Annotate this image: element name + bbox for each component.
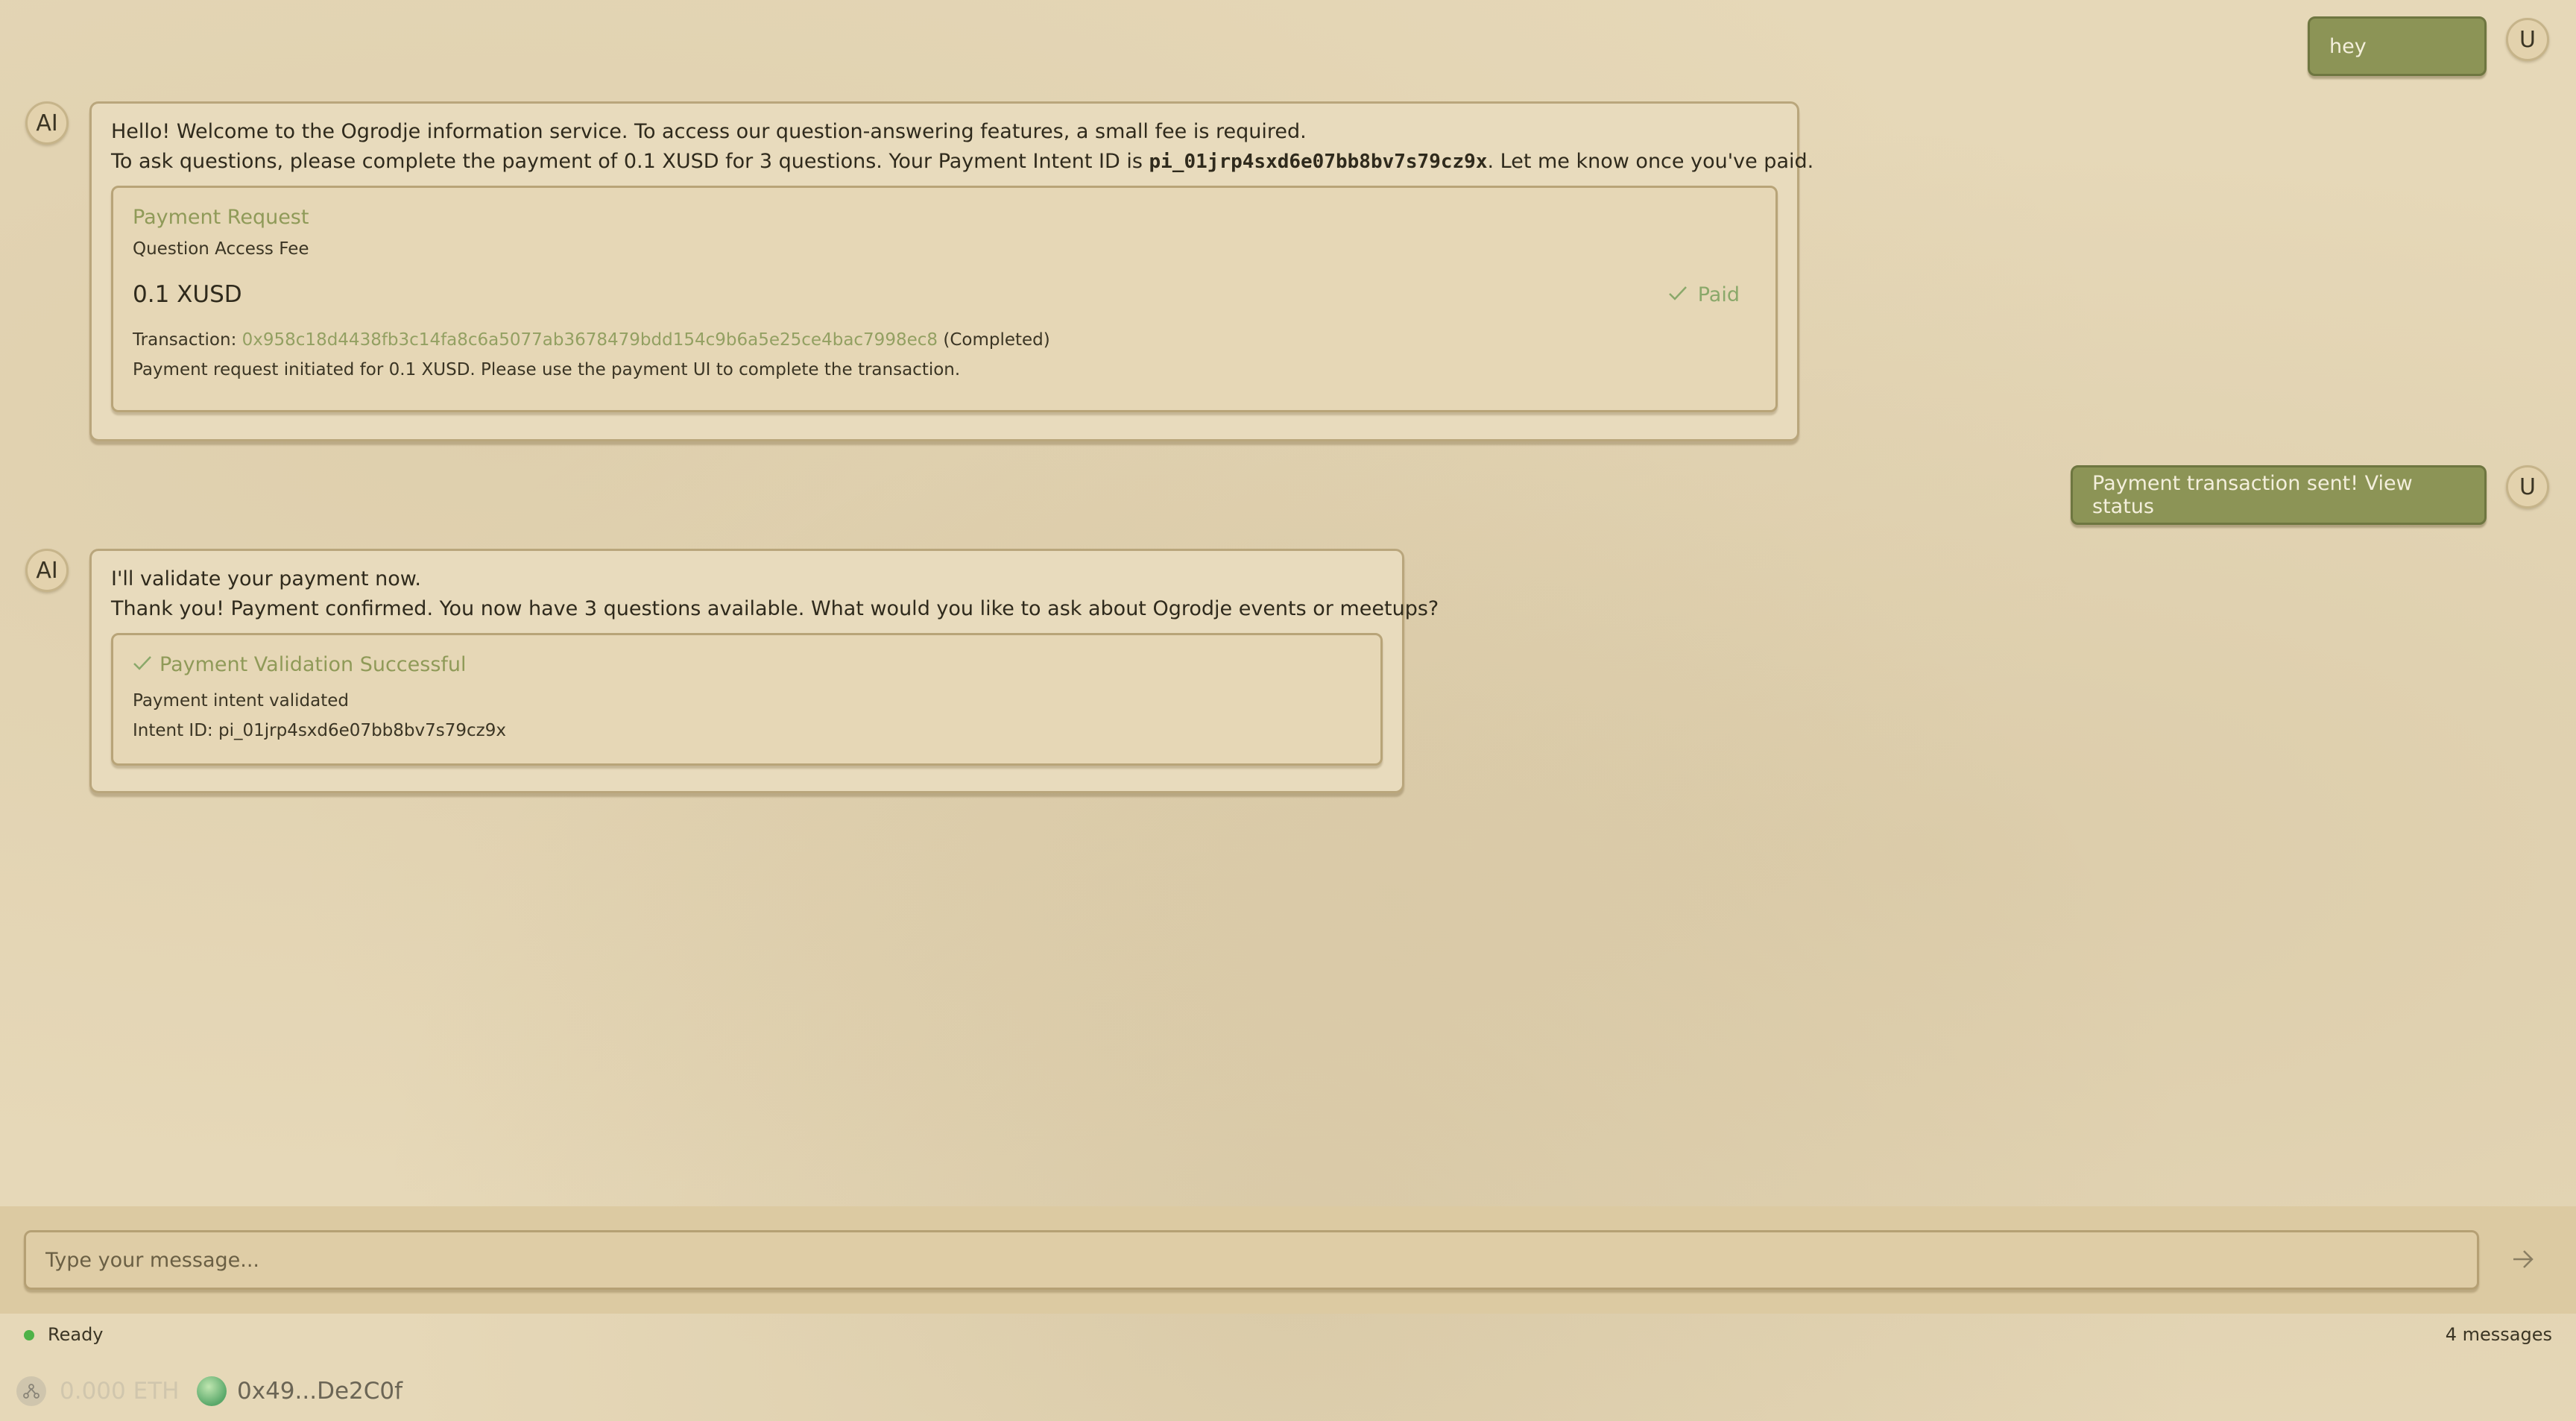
composer: [0, 1206, 2576, 1314]
check-icon: [1668, 283, 1688, 306]
payment-amount: 0.1 XUSD: [133, 281, 242, 308]
message-input[interactable]: [24, 1230, 2479, 1290]
chat-messages: hey U AI Hello! Welcome to the Ogrodje i…: [0, 0, 2576, 1206]
ai-message-text: Thank you! Payment confirmed. You now ha…: [111, 597, 1439, 620]
payment-request-card: Payment Request Question Access Fee 0.1 …: [111, 186, 1778, 412]
validation-title: Payment Validation Successful: [160, 653, 467, 676]
wallet-avatar-icon: [197, 1376, 227, 1406]
user-message-text: Payment transaction sent! View status: [2092, 472, 2413, 518]
ai-message-text: To ask questions, please complete the pa…: [111, 147, 1813, 177]
card-title: Payment Request: [133, 206, 309, 229]
avatar-label: AI: [36, 557, 58, 584]
user-message-bubble: hey: [2308, 16, 2487, 76]
avatar-label: U: [2519, 26, 2536, 53]
card-subtitle: Question Access Fee: [133, 239, 309, 259]
avatar-label: U: [2519, 473, 2536, 500]
check-icon: [133, 653, 152, 676]
eth-balance[interactable]: 0.000 ETH: [60, 1378, 179, 1405]
ai-avatar: AI: [25, 549, 69, 592]
transaction-label: Transaction:: [133, 330, 242, 350]
wallet-address[interactable]: 0x49...De2C0f: [237, 1378, 402, 1405]
transaction-hash-link[interactable]: 0x958c18d4438fb3c14fa8c6a5077ab3678479bd…: [242, 330, 938, 350]
user-avatar: U: [2506, 465, 2549, 508]
payment-validation-card: Payment Validation Successful Payment in…: [111, 633, 1383, 766]
payment-status-text: Paid: [1697, 283, 1740, 306]
view-status-button[interactable]: Payment transaction sent! View status: [2071, 465, 2487, 525]
ai-message-bubble: I'll validate your payment now. Thank yo…: [89, 549, 1439, 793]
payment-note: Payment request initiated for 0.1 XUSD. …: [133, 360, 961, 379]
message-count: 4 messages: [2445, 1324, 2552, 1345]
status-text: Ready: [48, 1324, 104, 1345]
card-title: Payment Validation Successful: [133, 653, 1361, 676]
arrow-right-icon: [2511, 1249, 2535, 1273]
user-message-text: hey: [2329, 34, 2367, 58]
message-text-segment: . Let me know once you've paid.: [1487, 150, 1814, 173]
transaction-line: Transaction: 0x958c18d4438fb3c14fa8c6a50…: [133, 330, 1756, 350]
ai-message-text: Hello! Welcome to the Ogrodje informatio…: [111, 120, 1307, 143]
intent-id: Intent ID: pi_01jrp4sxd6e07bb8bv7s79cz9x: [133, 721, 506, 740]
transaction-status: (Completed): [938, 330, 1050, 350]
ai-message-text: I'll validate your payment now.: [111, 567, 421, 590]
status-bar: Ready 4 messages: [0, 1314, 2576, 1358]
send-button[interactable]: [2504, 1242, 2542, 1279]
status-indicator: [24, 1330, 34, 1340]
validation-status: Payment intent validated: [133, 691, 349, 710]
payment-status-badge: Paid: [1668, 283, 1756, 306]
ethereum-icon: [16, 1376, 46, 1406]
payment-intent-id: pi_01jrp4sxd6e07bb8bv7s79cz9x: [1149, 151, 1488, 173]
ai-message-bubble: Hello! Welcome to the Ogrodje informatio…: [89, 101, 1813, 441]
wallet-bar: 0.000 ETH 0x49...De2C0f: [0, 1369, 2576, 1421]
user-avatar: U: [2506, 18, 2549, 61]
avatar-label: AI: [36, 110, 58, 136]
ai-avatar: AI: [25, 101, 69, 145]
message-text-segment: To ask questions, please complete the pa…: [111, 150, 1149, 173]
